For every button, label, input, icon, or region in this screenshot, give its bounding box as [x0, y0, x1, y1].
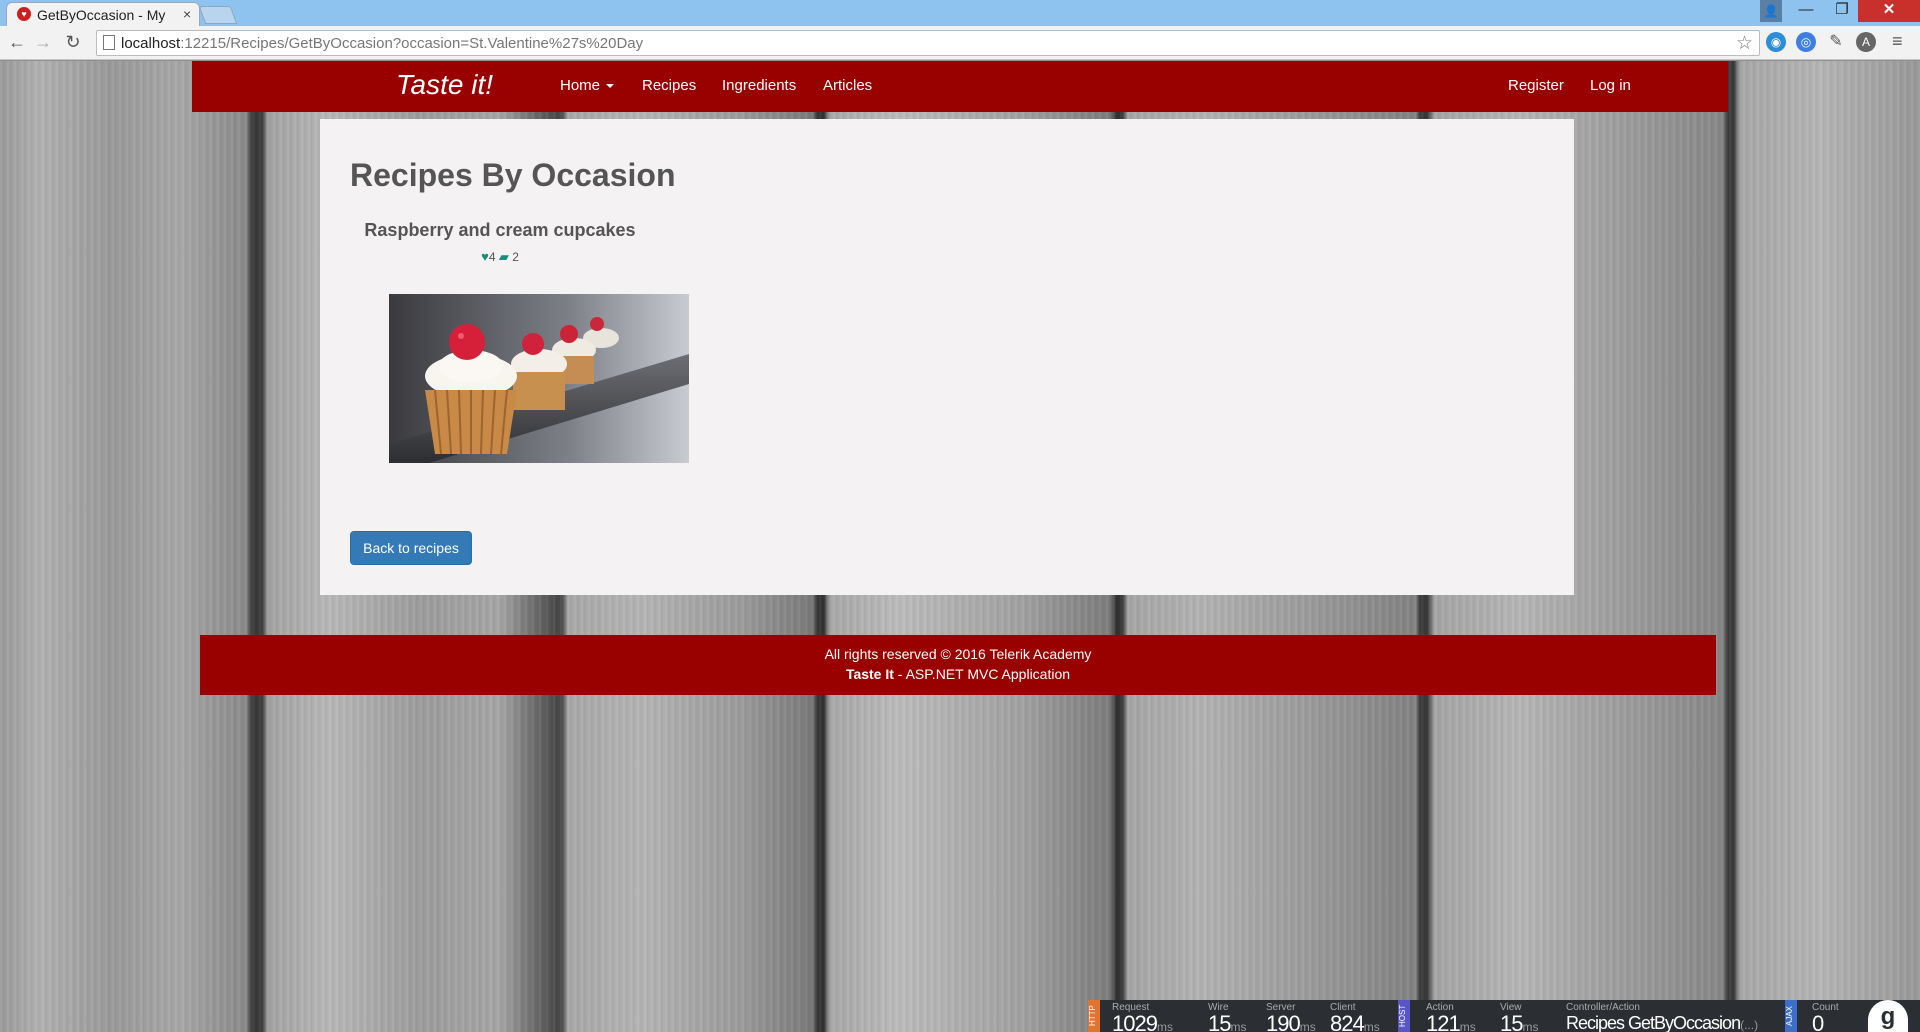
site-brand[interactable]: Taste it!: [396, 69, 493, 101]
address-bar[interactable]: localhost:12215/Recipes/GetByOccasion?oc…: [96, 30, 1760, 56]
extension-globe-icon[interactable]: ◉: [1766, 32, 1786, 52]
site-navbar: Taste it! Home Recipes Ingredients Artic…: [192, 61, 1728, 112]
comment-icon: ▰: [498, 249, 509, 264]
comments-count: 2: [512, 250, 519, 264]
browser-tab[interactable]: ♥ GetByOccasion - My ×: [6, 2, 200, 26]
recipe-image[interactable]: [389, 294, 689, 463]
reload-icon[interactable]: ↻: [62, 32, 84, 53]
extension-compass-icon[interactable]: ◎: [1796, 32, 1816, 52]
footer-copyright: All rights reserved © 2016 Telerik Acade…: [824, 646, 1092, 662]
glimpse-hud-bar[interactable]: HTTP Request 1029ms Wire 15ms Server 190…: [1088, 1000, 1920, 1032]
site-footer: All rights reserved © 2016 Telerik Acade…: [200, 635, 1716, 695]
page-title: Recipes By Occasion: [350, 157, 676, 193]
glimpse-logo-icon[interactable]: g: [1868, 1000, 1908, 1032]
nav-articles[interactable]: Articles: [823, 77, 872, 94]
heart-favicon-icon: ♥: [17, 7, 31, 21]
tab-close-icon[interactable]: ×: [183, 6, 191, 22]
likes-count: 4: [488, 250, 496, 264]
bookmark-star-icon[interactable]: ☆: [1736, 32, 1753, 55]
extension-angular-icon[interactable]: A: [1856, 32, 1876, 52]
forward-arrow-icon[interactable]: →: [32, 32, 54, 53]
minimize-icon[interactable]: —: [1786, 0, 1826, 22]
back-to-recipes-button[interactable]: Back to recipes: [350, 531, 472, 565]
page-viewport: Taste it! Home Recipes Ingredients Artic…: [0, 61, 1920, 1032]
main-content-card: Recipes By Occasion Raspberry and cream …: [320, 119, 1574, 595]
heart-icon: ♥: [481, 249, 489, 264]
nav-home-dropdown[interactable]: Home: [560, 77, 615, 94]
glimpse-ajax-tag: AJAX: [1785, 1000, 1797, 1032]
browser-menu-icon[interactable]: ≡: [1892, 31, 1903, 52]
nav-login[interactable]: Log in: [1590, 77, 1631, 94]
nav-recipes[interactable]: Recipes: [642, 77, 696, 94]
recipe-stats: ♥4 ▰ 2: [350, 249, 650, 265]
extension-eyedropper-icon[interactable]: ✎: [1826, 32, 1846, 52]
caret-down-icon: [606, 84, 615, 89]
user-profile-icon[interactable]: 👤: [1760, 0, 1782, 22]
footer-app-info: Taste It - ASP.NET MVC Application: [845, 666, 1071, 682]
back-arrow-icon[interactable]: ←: [6, 32, 28, 53]
recipe-title-link[interactable]: Raspberry and cream cupcakes: [350, 220, 650, 241]
glimpse-http-tag: HTTP: [1088, 1000, 1100, 1032]
window-close-icon[interactable]: ✕: [1858, 0, 1920, 22]
nav-ingredients[interactable]: Ingredients: [722, 77, 796, 94]
new-tab-button[interactable]: [198, 6, 238, 24]
tab-title: GetByOccasion - My: [37, 7, 166, 23]
nav-register[interactable]: Register: [1508, 77, 1564, 94]
browser-toolbar: ← → ↻ localhost:12215/Recipes/GetByOccas…: [0, 26, 1920, 60]
glimpse-host-tag: HOST: [1398, 1000, 1410, 1032]
page-icon: [103, 35, 115, 50]
url-text[interactable]: localhost:12215/Recipes/GetByOccasion?oc…: [121, 35, 643, 52]
browser-titlebar: ♥ GetByOccasion - My × 👤 — ❐ ✕: [0, 0, 1920, 26]
maximize-icon[interactable]: ❐: [1822, 0, 1862, 22]
